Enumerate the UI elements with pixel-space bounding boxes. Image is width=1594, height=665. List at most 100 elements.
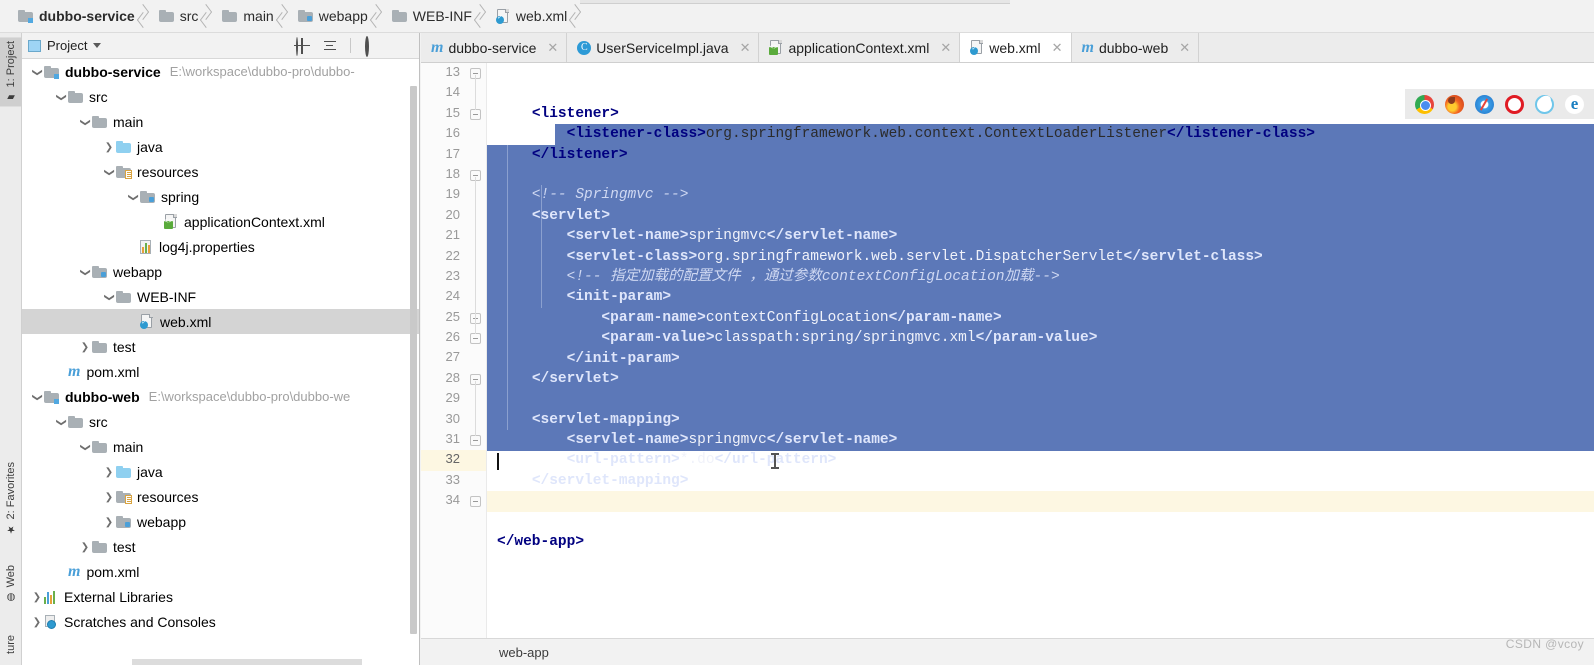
fold-marker-icon[interactable] [470,108,481,120]
edge-icon[interactable]: e [1565,94,1584,114]
project-tree-scrollbar[interactable] [409,86,418,646]
tree-item-log4j-properties[interactable]: log4j.properties [22,234,419,259]
expand-arrow-icon[interactable] [30,616,44,628]
expand-arrow-icon[interactable] [78,541,92,553]
fold-marker-icon[interactable] [470,435,481,447]
tree-item-main[interactable]: main [22,109,419,134]
gutter-line-22[interactable]: 22 [421,246,486,267]
tree-item-dubbo-service[interactable]: dubbo-service E:\workspace\dubbo-pro\dubb… [22,59,419,84]
gutter-line-29[interactable]: 29 [421,389,486,409]
gutter-line-25[interactable]: 25 [421,308,486,328]
gear-icon[interactable] [363,35,379,57]
tab-web-xml[interactable]: web.xml ✕ [960,33,1072,62]
tree-item-src[interactable]: src [22,84,419,109]
gutter-line-30[interactable]: 30 [421,410,486,430]
expand-arrow-icon[interactable] [30,591,44,603]
breadcrumb-item-web-inf[interactable]: WEB-INF [384,3,475,29]
explorer-icon[interactable] [1535,94,1554,114]
editor-body[interactable]: 13 14 15 16 17 18 19 20 21 22 23 24 25 26 27 28 29 30 31 32… [421,63,1594,638]
sidebar-item-web[interactable]: ◍ Web [0,561,22,606]
tree-item-applicationcontext-xml[interactable]: applicationContext.xml [22,209,419,234]
tab-user-service-impl[interactable]: C UserServiceImpl.java ✕ [567,33,760,62]
tree-item-test[interactable]: test [22,534,419,559]
gutter-line-24[interactable]: 24 [421,287,486,307]
tree-item-webapp[interactable]: webapp [22,509,419,534]
collapse-all-icon[interactable] [322,38,338,54]
gutter-line-18[interactable]: 18 [421,165,486,185]
tab-application-context[interactable]: applicationContext.xml ✕ [759,33,961,62]
editor-gutter[interactable]: 13 14 15 16 17 18 19 20 21 22 23 24 25 26 27 28 29 30 31 32… [421,63,487,638]
tree-item-webapp[interactable]: webapp [22,259,419,284]
expand-arrow-icon[interactable] [78,341,92,353]
tree-item-scratches-and-consoles[interactable]: Scratches and Consoles [22,609,419,634]
minimize-icon[interactable] [391,38,407,54]
code-content[interactable]: <listener> <listener-class>org.springfra… [487,63,1594,638]
gutter-line-19[interactable]: 19 [421,185,486,205]
gutter-line-28[interactable]: 28 [421,369,486,389]
close-icon[interactable]: ✕ [740,40,751,56]
gutter-line-27[interactable]: 27 [421,348,486,368]
fold-marker-icon[interactable] [470,496,481,508]
tree-item-web-xml[interactable]: web.xml [22,309,419,334]
gutter-line-23[interactable]: 23 [421,267,486,287]
tree-item-resources[interactable]: resources [22,484,419,509]
tree-item-dubbo-web[interactable]: dubbo-web E:\workspace\dubbo-pro\dubbo-we [22,384,419,409]
project-tree[interactable]: dubbo-service E:\workspace\dubbo-pro\dubb… [22,59,419,665]
opera-icon[interactable] [1505,94,1524,114]
tree-item-main[interactable]: main [22,434,419,459]
tree-item-external-libraries[interactable]: External Libraries [22,584,419,609]
expand-arrow-icon[interactable] [78,441,92,453]
expand-arrow-icon[interactable] [30,66,44,78]
tree-item-pom-xml[interactable]: m pom.xml [22,559,419,584]
browser-preview-bar[interactable]: e [1405,89,1594,119]
code-line-31[interactable]: </servlet-mapping> [487,471,1594,491]
breadcrumb-item-webapp[interactable]: webapp [290,3,371,29]
tab-dubbo-web[interactable]: m dubbo-web ✕ [1072,33,1200,62]
code-line-32[interactable] [487,491,1594,512]
scrollbar-thumb[interactable] [410,86,417,634]
breadcrumb-item-main[interactable]: main [214,3,276,29]
gutter-line-15[interactable]: 15 [421,104,486,124]
code-line-30[interactable]: <url-pattern>*.do</url-pattern> [487,450,1594,470]
tree-item-web-inf[interactable]: WEB-INF [22,284,419,309]
gutter-line-17[interactable]: 17 [421,145,486,165]
close-icon[interactable]: ✕ [547,40,558,56]
gutter-line-26[interactable]: 26 [421,328,486,348]
expand-arrow-icon[interactable] [54,91,68,103]
sidebar-item-structure[interactable]: ture [0,631,22,658]
tree-item-test[interactable]: test [22,334,419,359]
gutter-line-20[interactable]: 20 [421,206,486,226]
expand-arrow-icon[interactable] [126,191,140,203]
code-line-33[interactable] [487,512,1594,532]
gutter-line-14[interactable]: 14 [421,83,486,103]
breadcrumb-item-src[interactable]: src [151,3,202,29]
gutter-line-34[interactable]: 34 [421,491,486,511]
fold-marker-icon[interactable] [470,333,481,345]
tab-dubbo-service[interactable]: m dubbo-service ✕ [421,33,568,62]
expand-arrow-icon[interactable] [54,416,68,428]
tree-item-src[interactable]: src [22,409,419,434]
tree-item-java[interactable]: java [22,134,419,159]
close-icon[interactable]: ✕ [1052,40,1063,56]
locate-file-icon[interactable] [294,36,310,56]
tree-item-java[interactable]: java [22,459,419,484]
chrome-icon[interactable] [1415,94,1434,114]
breadcrumb-item-dubbo-service[interactable]: dubbo-service [10,3,138,29]
expand-arrow-icon[interactable] [78,116,92,128]
expand-arrow-icon[interactable] [102,291,116,303]
safari-icon[interactable] [1475,94,1494,114]
gutter-line-13[interactable]: 13 [421,63,486,83]
expand-arrow-icon[interactable] [102,166,116,178]
gutter-line-33[interactable]: 33 [421,471,486,491]
sidebar-item-project[interactable]: ▰ 1: Project [0,37,22,107]
tree-item-resources[interactable]: resources [22,159,419,184]
code-line-34[interactable]: </web-app> [487,532,1594,552]
tree-item-pom-xml[interactable]: m pom.xml [22,359,419,384]
expand-arrow-icon[interactable] [78,266,92,278]
sidebar-item-favorites[interactable]: ★ 2: Favorites [0,458,22,538]
breadcrumb-item-web-xml[interactable]: web.xml [488,3,570,29]
tree-item-spring[interactable]: spring [22,184,419,209]
expand-arrow-icon[interactable] [102,466,116,478]
chevron-down-icon[interactable] [93,43,102,48]
close-icon[interactable]: ✕ [1179,40,1190,56]
